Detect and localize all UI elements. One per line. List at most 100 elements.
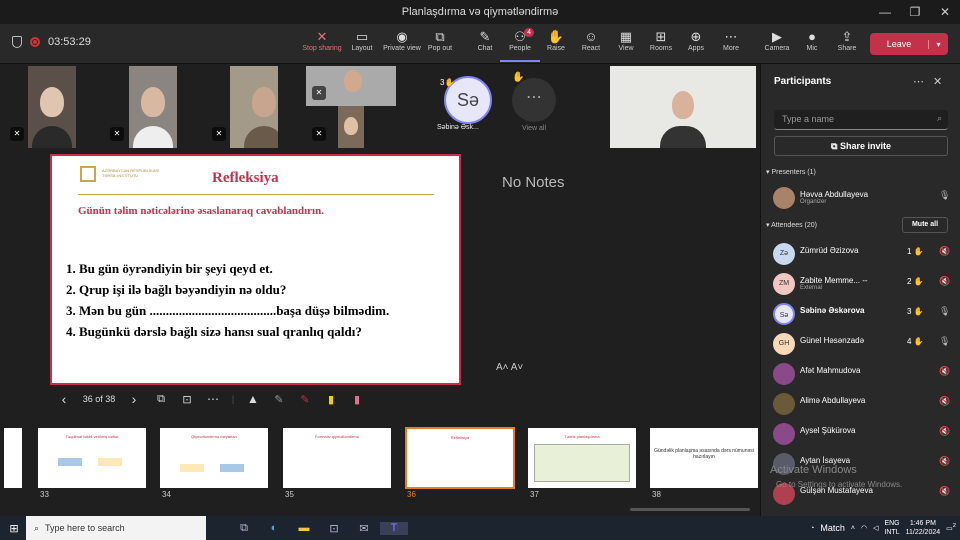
language-indicator[interactable]: ENG INTL	[884, 519, 899, 537]
next-slide-button[interactable]: ›	[120, 391, 148, 407]
tray-chevron-icon[interactable]: ˄	[851, 525, 855, 532]
participant-video	[40, 86, 64, 117]
participant-row[interactable]: Aysel Şükürova 🔇	[773, 420, 953, 446]
chat-button[interactable]: ✎ Chat	[465, 28, 505, 62]
minimize-icon[interactable]: —	[870, 0, 900, 24]
more-icon[interactable]: ⋯	[913, 75, 924, 88]
prev-slide-button[interactable]: ‹	[50, 391, 78, 407]
slide-divider	[78, 194, 434, 195]
file-explorer-icon[interactable]: ▬	[290, 522, 318, 535]
share-invite-button[interactable]: ⧉ Share invite	[774, 136, 948, 156]
mic-button[interactable]: ● Mic	[792, 28, 832, 62]
video-tile[interactable]	[610, 66, 756, 148]
mic-off-icon[interactable]: 🔇	[939, 426, 950, 437]
edge-icon[interactable]: ◐	[260, 522, 288, 535]
network-icon[interactable]: ◠	[861, 524, 867, 532]
store-icon[interactable]: ⊡	[320, 522, 348, 535]
camera-button[interactable]: ▶ Camera	[757, 28, 797, 62]
participant-video	[251, 86, 276, 117]
video-tile[interactable]	[230, 66, 278, 148]
video-tile[interactable]	[129, 66, 177, 148]
weather-icon[interactable]: ◔	[810, 525, 814, 532]
pop-out-button[interactable]: ⧉ Pop out	[420, 28, 460, 62]
grid-view-icon[interactable]: ⧉	[148, 393, 174, 406]
slide-thumbnail[interactable]: Formativ qiymətləndirmə	[283, 428, 391, 488]
pen-icon[interactable]: ✎	[266, 393, 292, 406]
slide-thumbnail[interactable]: Qiymətləndirmə meyarları	[160, 428, 268, 488]
more-button[interactable]: ⋯ More	[711, 28, 751, 62]
leave-button[interactable]: Leave ▾	[870, 33, 948, 55]
people-button[interactable]: ⚇ 4 People	[500, 28, 540, 62]
close-window-icon[interactable]: ✕	[930, 0, 960, 24]
attendees-section[interactable]: ▾ Attendees (20)	[766, 221, 817, 229]
raise-hand-button[interactable]: ✋ Raise	[536, 28, 576, 62]
mic-icon[interactable]: 🎙	[939, 336, 950, 347]
slide-view-icon[interactable]: ⊡	[174, 393, 200, 406]
view-all-button[interactable]: ⋯	[512, 78, 556, 122]
mic-off-icon[interactable]: 🔇	[939, 456, 950, 467]
slide-thumbnail[interactable]: Tədris planlaşdırma	[528, 428, 636, 488]
participant-row[interactable]: Zə Zümrüd Əzizova 1 ✋ 🔇	[773, 240, 953, 266]
mic-off-icon[interactable]: 🔇	[939, 246, 950, 257]
video-tile[interactable]	[28, 66, 76, 148]
pointer-icon[interactable]: ▲	[240, 392, 266, 406]
taskbar-search-input[interactable]: ⌕ Type here to search	[26, 516, 206, 540]
thumbnail-scrollbar[interactable]	[630, 508, 750, 511]
close-icon[interactable]: ✕	[933, 75, 942, 88]
slide-thumbnail[interactable]	[4, 428, 22, 488]
participant-row[interactable]: ZM Zabite Memme... -- External 2 ✋ 🔇	[773, 270, 953, 296]
highlighter-icon[interactable]: ▮	[318, 393, 344, 406]
panel-title: Participants	[774, 76, 832, 87]
raised-hand-badge: 1 ✋	[907, 247, 924, 256]
clock[interactable]: 1:46 PM 11/22/2024	[906, 519, 941, 537]
chat-icon: ✎	[479, 29, 491, 44]
share-button[interactable]: ⇪ Share	[827, 28, 867, 62]
chevron-down-icon[interactable]: ▾	[928, 39, 948, 49]
layout-button[interactable]: ▭ Layout	[342, 28, 382, 62]
participant-row[interactable]: Alimə Abdullayeva 🔇	[773, 390, 953, 416]
raised-hand-badge: 4 ✋	[907, 337, 924, 346]
windows-start-icon[interactable]: ⊞	[2, 522, 26, 535]
slide-thumbnail[interactable]: Təqdimat təklifi verilmiş dəftər	[38, 428, 146, 488]
react-button[interactable]: ☺ React	[571, 28, 611, 62]
participant-search-input[interactable]: Type a name ⌕	[774, 110, 948, 130]
font-size-controls[interactable]: A˄ A˅	[496, 362, 523, 373]
mic-off-icon[interactable]: 🔇	[939, 486, 950, 497]
mic-off-icon: ✕	[110, 127, 124, 141]
more-options-icon[interactable]: ⋯	[200, 392, 226, 406]
view-button[interactable]: ▦ View	[606, 28, 646, 62]
mic-off-icon[interactable]: 🔇	[939, 366, 950, 377]
match-label[interactable]: Match	[820, 523, 845, 533]
mic-off-icon[interactable]: 🔇	[939, 276, 950, 287]
avatar: ZM	[773, 273, 795, 295]
windows-taskbar: ⊞ ⌕ Type here to search ⧉ ◐ ▬ ⊡ ✉ T ◔ Ma…	[0, 516, 960, 540]
pop-out-icon: ⧉	[435, 29, 445, 44]
participant-row[interactable]: Sə Səbinə Əskərova 3 ✋ 🎙	[773, 300, 953, 326]
volume-icon[interactable]: ◁	[873, 524, 878, 532]
maximize-icon[interactable]: ❐	[900, 0, 930, 24]
participant-row[interactable]: Afət Mahmudova 🔇	[773, 360, 953, 386]
task-view-icon[interactable]: ⧉	[230, 522, 258, 535]
eraser-icon[interactable]: ▮	[344, 393, 370, 406]
teams-icon[interactable]: T	[380, 521, 408, 535]
video-tile[interactable]	[338, 106, 364, 148]
presenters-section[interactable]: ▾ Presenters (1)	[766, 168, 816, 176]
mic-icon[interactable]: 🎙	[939, 190, 950, 201]
mic-off-icon[interactable]: 🔇	[939, 396, 950, 407]
rooms-button[interactable]: ⊞ Rooms	[641, 28, 681, 62]
slide-thumbnail-selected[interactable]: Refleksiya	[405, 427, 515, 489]
mute-all-button[interactable]: Mute all	[902, 217, 948, 233]
stop-sharing-button[interactable]: ✕ Stop sharing	[302, 28, 342, 62]
slide-thumbnail[interactable]: Gündəlik planlaşma əsasında dərs nümunəs…	[650, 428, 758, 488]
mic-icon[interactable]: 🎙	[939, 306, 950, 317]
apps-button[interactable]: ⊕ Apps	[676, 28, 716, 62]
notification-icon[interactable]: ▭2	[946, 523, 956, 532]
camera-icon: ▶	[772, 29, 782, 44]
hand-icon: ✋	[913, 247, 924, 256]
participant-row[interactable]: Həvva Abdullayeva Organizer 🎙	[773, 184, 953, 210]
mail-icon[interactable]: ✉	[350, 522, 378, 535]
participant-row[interactable]: GH Günel Həsənzadə 4 ✋ 🎙	[773, 330, 953, 356]
private-view-button[interactable]: ◉ Private view	[382, 28, 422, 62]
avatar	[773, 187, 795, 209]
red-pen-icon[interactable]: ✎	[292, 393, 318, 406]
